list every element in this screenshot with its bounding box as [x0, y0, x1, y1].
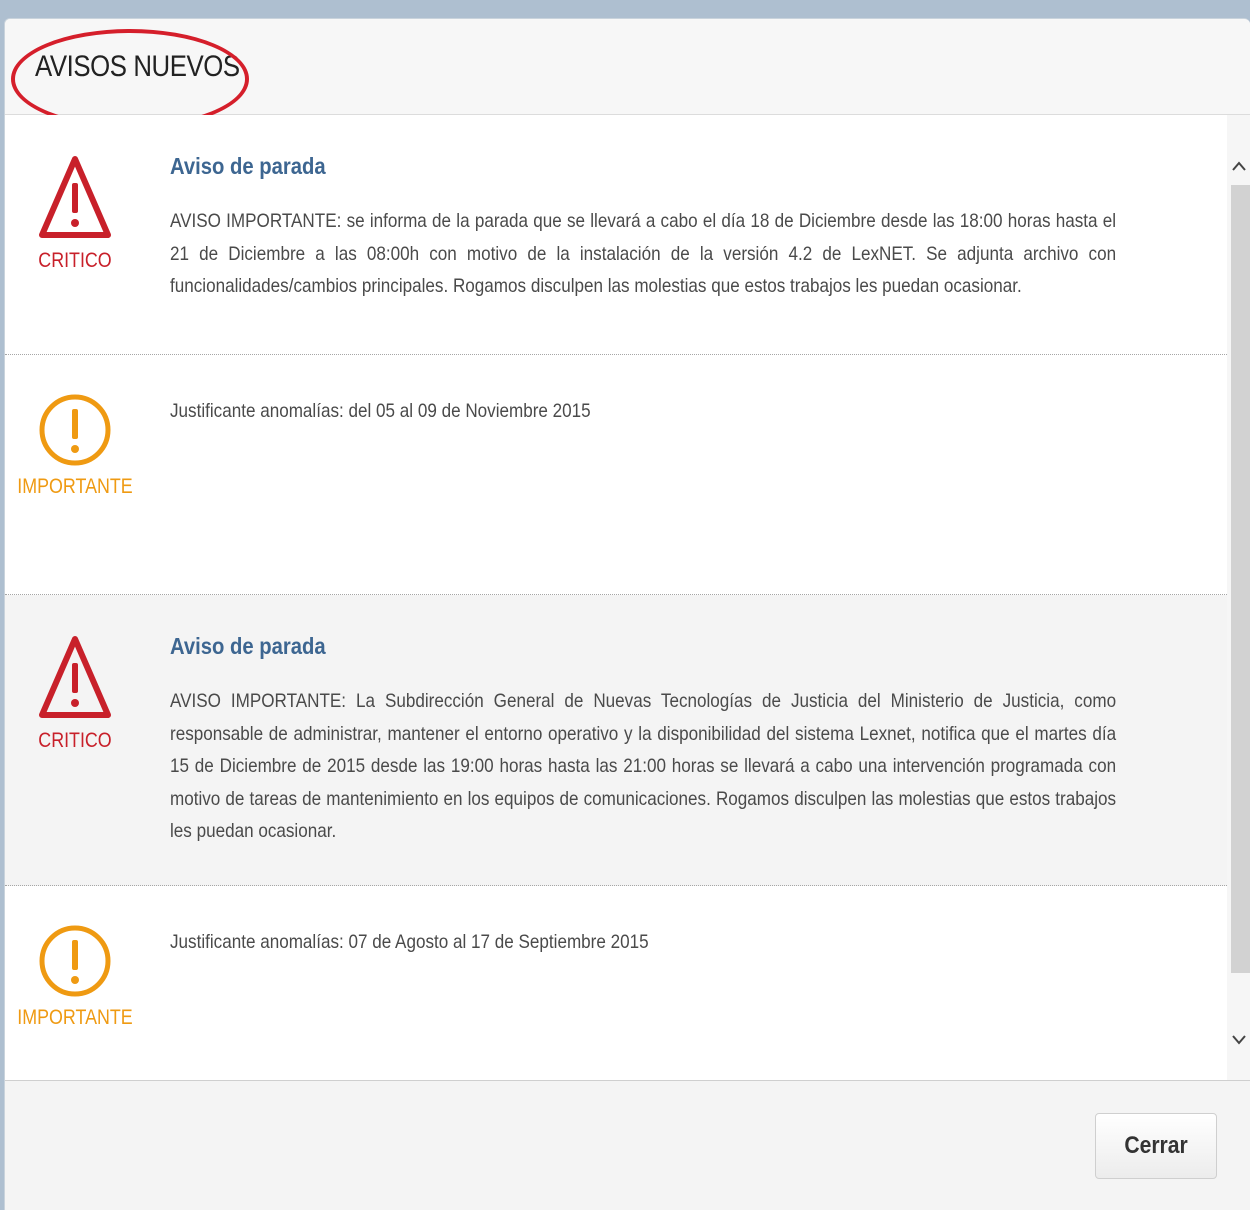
notice-list: CRITICO Aviso de parada AVISO IMPORTANTE…: [5, 115, 1227, 1080]
dialog-title: AVISOS NUEVOS: [35, 50, 240, 83]
exclamation-circle-icon: [39, 925, 111, 997]
notice-item: CRITICO Aviso de parada AVISO IMPORTANTE…: [5, 115, 1227, 355]
notice-title[interactable]: Aviso de parada: [170, 153, 326, 180]
level-label: CRITICO: [38, 249, 112, 272]
notice-item: IMPORTANTE Justificante anomalías: 07 de…: [5, 886, 1227, 1080]
scrollbar-thumb[interactable]: [1231, 185, 1250, 973]
notice-body: AVISO IMPORTANTE: La Subdirección Genera…: [170, 690, 1117, 842]
level-label: IMPORTANTE: [17, 1006, 133, 1029]
vertical-scrollbar[interactable]: [1227, 115, 1250, 1080]
dialog-footer: Cerrar: [5, 1080, 1250, 1210]
dialog-header: AVISOS NUEVOS: [5, 19, 1250, 129]
level-label: CRITICO: [38, 729, 112, 752]
level-label: IMPORTANTE: [17, 475, 133, 498]
close-button-label: Cerrar: [1124, 1132, 1188, 1159]
close-button[interactable]: Cerrar: [1095, 1113, 1217, 1179]
notice-level: IMPORTANTE: [5, 922, 145, 1030]
notice-level: IMPORTANTE: [5, 391, 145, 499]
warning-triangle-icon: [39, 156, 111, 238]
notice-body: Justificante anomalías: del 05 al 09 de …: [170, 400, 591, 422]
notice-title[interactable]: Aviso de parada: [170, 633, 326, 660]
notices-dialog: AVISOS NUEVOS CRITICO Aviso de parada AV…: [4, 18, 1250, 1210]
exclamation-circle-icon: [39, 394, 111, 466]
warning-triangle-icon: [39, 636, 111, 718]
notice-level: CRITICO: [5, 153, 145, 273]
notice-level: CRITICO: [5, 633, 145, 753]
notice-body: AVISO IMPORTANTE: se informa de la parad…: [170, 210, 1117, 297]
chevron-down-icon[interactable]: [1227, 1019, 1250, 1059]
notice-body: Justificante anomalías: 07 de Agosto al …: [170, 931, 649, 953]
notice-item: CRITICO Aviso de parada AVISO IMPORTANTE…: [5, 595, 1227, 886]
notice-item: IMPORTANTE Justificante anomalías: del 0…: [5, 355, 1227, 595]
chevron-up-icon[interactable]: [1227, 145, 1250, 185]
